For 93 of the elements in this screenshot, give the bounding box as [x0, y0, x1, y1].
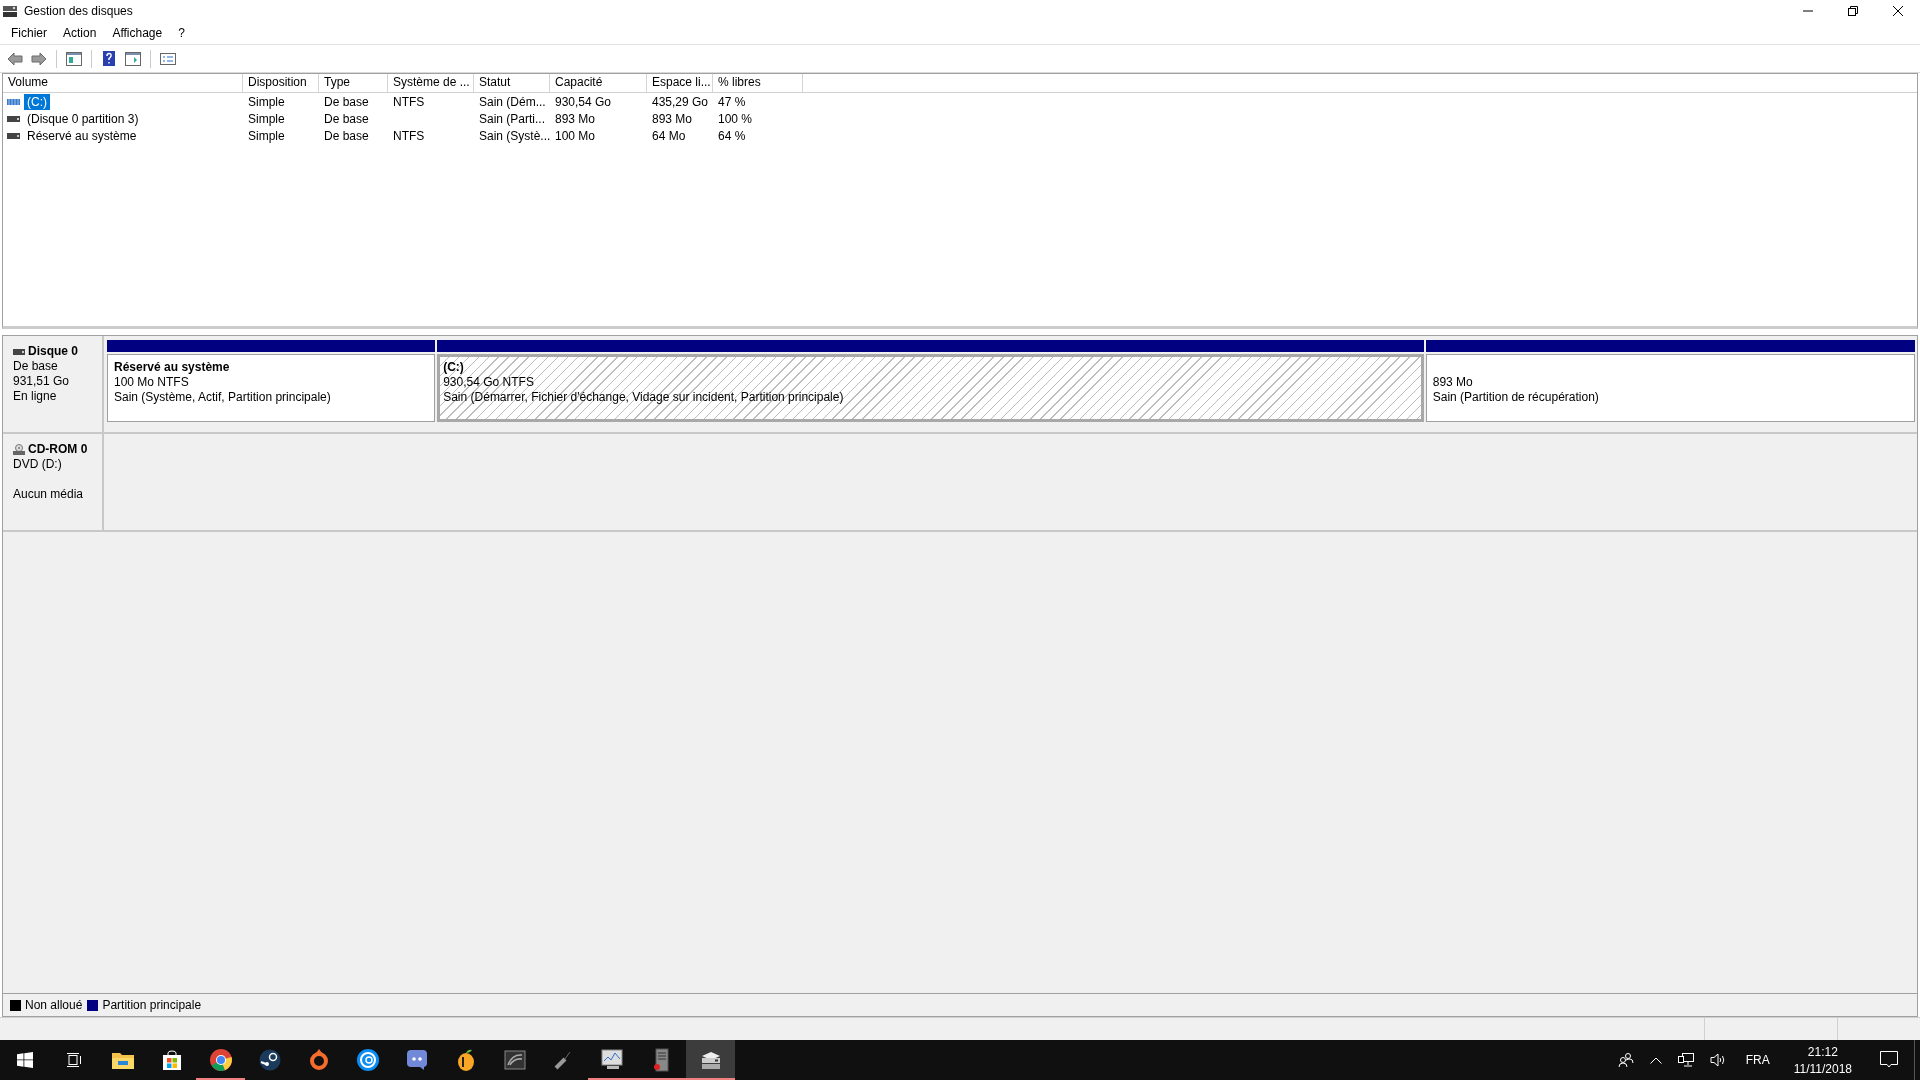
column-header[interactable]: Volume	[3, 74, 243, 92]
column-header[interactable]: Disposition	[243, 74, 319, 92]
clock-button[interactable]: 21:12 11/11/2018	[1781, 1040, 1864, 1080]
column-header[interactable]: Capacité	[550, 74, 647, 92]
disk-drive-icon	[13, 348, 25, 355]
table-cell: Sain (Systè...	[479, 128, 551, 143]
volume-icon	[7, 115, 20, 122]
window-pane-icon	[66, 51, 82, 66]
disk-status: Aucun média	[13, 487, 85, 502]
column-header[interactable]: Espace li...	[647, 74, 713, 92]
drive-name-cell[interactable]: Réservé au système	[24, 127, 140, 144]
cd-drive-icon	[13, 444, 25, 455]
table-cell: 893 Mo	[652, 111, 693, 126]
partition-size: 930,54 Go NTFS	[443, 375, 535, 390]
disk-management-icon	[2, 4, 18, 18]
people-icon	[1617, 1053, 1634, 1067]
table-cell: NTFS	[393, 94, 425, 109]
shopping-bag-icon	[161, 1050, 182, 1070]
steam-logo-icon	[258, 1049, 281, 1071]
monitor-chart-icon	[600, 1049, 625, 1071]
clock-date: 11/11/2018	[1793, 1061, 1852, 1076]
disk-type: DVD (D:)	[13, 457, 63, 472]
disk-size: 931,51 Go	[13, 374, 71, 389]
task-view-icon	[65, 1052, 82, 1068]
table-cell: De base	[324, 94, 369, 109]
partition-status: Sain (Partition de récupération)	[1432, 390, 1600, 405]
language-button[interactable]: FRA	[1733, 1040, 1782, 1080]
folder-icon	[111, 1051, 134, 1069]
disk-name: CD-ROM 0	[28, 442, 88, 457]
square-swoosh-icon	[503, 1050, 526, 1070]
taskbar-app-button[interactable]	[686, 1040, 735, 1080]
table-cell: Simple	[248, 128, 285, 143]
disk-type: De base	[13, 359, 59, 374]
disk-status: En ligne	[13, 389, 58, 404]
volume-icon	[7, 132, 20, 139]
windows-logo-icon	[16, 1052, 33, 1068]
drive-name-cell[interactable]: (C:)	[24, 93, 50, 110]
ring-icon	[309, 1049, 328, 1071]
table-cell: 435,29 Go	[652, 94, 709, 109]
table-cell: De base	[324, 128, 369, 143]
column-header[interactable]: Système de ...	[388, 74, 474, 92]
partition-status: Sain (Démarrer, Fichier d'échange, Vidage sur incident, Partition principale)	[443, 390, 845, 405]
table-cell: Sain (Dém...	[479, 94, 546, 109]
table-cell: De base	[324, 111, 369, 126]
partition-title: Réservé au système	[114, 360, 231, 375]
table-cell: 64 %	[718, 128, 746, 143]
swirl-icon	[356, 1049, 379, 1071]
table-cell: NTFS	[393, 128, 425, 143]
network-icon	[1677, 1053, 1694, 1067]
disk-drives-icon	[699, 1050, 722, 1070]
table-cell: 893 Mo	[555, 111, 596, 126]
table-cell: 64 Mo	[652, 128, 686, 143]
chevron-up-icon	[1649, 1056, 1662, 1064]
menu-item[interactable]: Affichage	[104, 26, 171, 40]
chat-controller-icon	[405, 1049, 428, 1071]
drive-name-cell[interactable]: (Disque 0 partition 3)	[24, 110, 142, 127]
restore-icon	[1847, 6, 1858, 16]
checklist-icon	[160, 52, 176, 65]
table-cell: Sain (Parti...	[479, 111, 546, 126]
table-cell: 930,54 Go	[555, 94, 612, 109]
table-cell: Simple	[248, 94, 285, 109]
clock-time: 21:12	[1807, 1044, 1838, 1059]
browser-icon	[209, 1049, 232, 1071]
column-header[interactable]: % libres	[713, 74, 803, 92]
legend-label: Non alloué	[25, 998, 83, 1012]
menu-item[interactable]: ?	[170, 26, 193, 40]
fruit-icon	[455, 1049, 476, 1071]
forward-arrow-icon	[31, 51, 47, 66]
speaker-icon	[1709, 1053, 1726, 1067]
help-icon	[103, 51, 115, 66]
partition-block[interactable]: (C:) 930,54 Go NTFS Sain (Démarrer, Fichier d'échange, Vidage sur incident, Partition principale)	[437, 354, 1424, 422]
window-pane-icon	[125, 51, 141, 66]
partition-title: (C:)	[443, 360, 465, 375]
partition-block[interactable]: Réservé au système 100 Mo NTFS Sain (Système, Actif, Partition principale)	[107, 354, 436, 422]
partition-size: 893 Mo	[1432, 375, 1474, 390]
back-arrow-icon	[7, 51, 23, 66]
volume-icon	[7, 98, 20, 105]
menu-item[interactable]: Action	[55, 26, 105, 40]
column-header[interactable]: Type	[319, 74, 388, 92]
partition-block[interactable]: 893 Mo Sain (Partition de récupération)	[1425, 354, 1915, 422]
speech-bubble-icon	[1880, 1051, 1898, 1069]
table-cell: 47 %	[718, 94, 746, 109]
disk-name: Disque 0	[28, 344, 78, 359]
close-icon	[1892, 6, 1903, 16]
legend-label: Partition principale	[102, 998, 202, 1012]
table-cell: 100 Mo	[555, 128, 596, 143]
table-cell: Simple	[248, 111, 285, 126]
column-header[interactable]: Statut	[474, 74, 550, 92]
window-title: Gestion des disques	[24, 4, 133, 18]
partition-status: Sain (Système, Actif, Partition principale)	[114, 390, 332, 405]
partition-size: 100 Mo NTFS	[114, 375, 190, 390]
menu-item[interactable]: Fichier	[3, 26, 55, 40]
table-cell: 100 %	[718, 111, 753, 126]
